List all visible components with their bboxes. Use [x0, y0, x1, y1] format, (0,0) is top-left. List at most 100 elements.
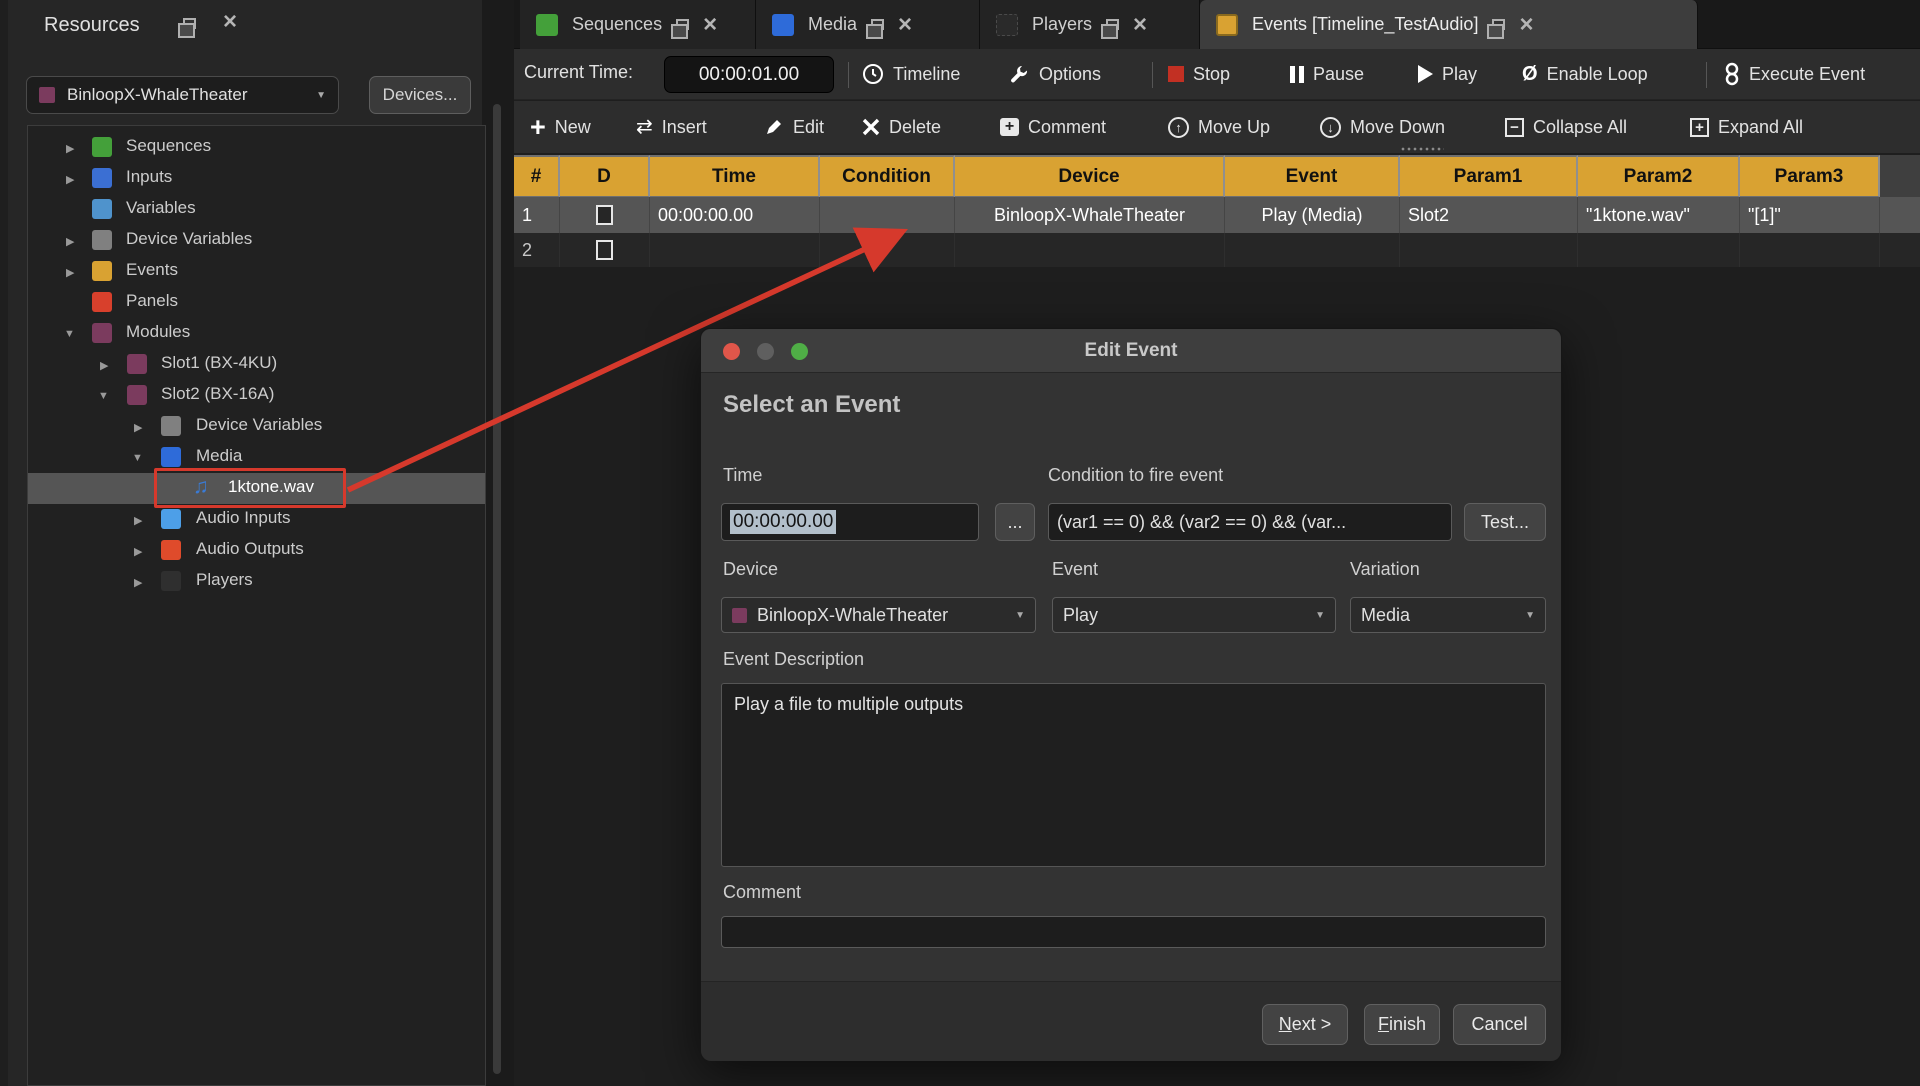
tree-item-modules[interactable]: ▼ Modules — [28, 318, 485, 349]
chevron-right-icon[interactable]: ▶ — [134, 576, 142, 589]
tree-item-audio-outputs[interactable]: ▶ Audio Outputs — [28, 535, 485, 566]
chevron-right-icon[interactable]: ▶ — [100, 359, 108, 372]
column-header[interactable]: Param1 — [1400, 155, 1578, 197]
condition-input[interactable]: (var1 == 0) && (var2 == 0) && (var... — [1048, 503, 1452, 541]
collapse-all-button[interactable]: − Collapse All — [1505, 109, 1627, 145]
enable-loop-button[interactable]: Ø Enable Loop — [1522, 56, 1648, 92]
close-panel-icon[interactable]: × — [223, 14, 237, 30]
column-header[interactable]: Param3 — [1740, 155, 1880, 197]
device-selector-dropdown[interactable]: BinloopX-WhaleTheater ▼ — [26, 76, 339, 114]
row-number-cell[interactable]: 1 — [514, 197, 560, 233]
close-tab-icon[interactable]: × — [703, 17, 717, 33]
float-tab-icon[interactable] — [676, 19, 689, 30]
float-panel-icon[interactable] — [183, 18, 196, 29]
time-cell[interactable] — [650, 233, 820, 267]
disable-checkbox[interactable] — [596, 205, 613, 225]
close-tab-icon[interactable]: × — [1519, 17, 1533, 33]
device-cell[interactable]: BinloopX-WhaleTheater — [955, 197, 1225, 233]
tree-scrollbar[interactable] — [493, 104, 501, 1074]
time-input[interactable]: 00:00:00.00 — [721, 503, 979, 541]
event-description-textarea[interactable]: Play a file to multiple outputs — [721, 683, 1546, 867]
new-button[interactable]: + New — [530, 109, 591, 145]
move-down-button[interactable]: ↓ Move Down — [1320, 109, 1445, 145]
delete-button[interactable]: Delete — [862, 109, 941, 145]
tree-item-inputs[interactable]: ▶ Inputs — [28, 163, 485, 194]
close-tab-icon[interactable]: × — [1133, 17, 1147, 33]
chevron-right-icon[interactable]: ▶ — [66, 142, 74, 155]
comment-input[interactable] — [721, 916, 1546, 948]
timeline-button[interactable]: Timeline — [862, 56, 960, 92]
tree-item-players[interactable]: ▶ Players — [28, 566, 485, 597]
disable-cell[interactable] — [560, 233, 650, 267]
column-header[interactable]: Param2 — [1578, 155, 1740, 197]
stop-button[interactable]: Stop — [1168, 56, 1230, 92]
float-tab-icon[interactable] — [871, 19, 884, 30]
tab-sequences[interactable]: Sequences × — [520, 0, 756, 49]
cancel-button[interactable]: Cancel — [1453, 1004, 1546, 1045]
event-cell[interactable]: Play (Media) — [1225, 197, 1400, 233]
float-tab-icon[interactable] — [1106, 19, 1119, 30]
comment-button[interactable]: + Comment — [1000, 109, 1106, 145]
test-button[interactable]: Test... — [1464, 503, 1546, 541]
chevron-right-icon[interactable]: ▶ — [66, 266, 74, 279]
finish-button[interactable]: Finish — [1364, 1004, 1440, 1045]
next-button[interactable]: Next > — [1262, 1004, 1348, 1045]
chevron-right-icon[interactable]: ▶ — [66, 173, 74, 186]
chevron-right-icon[interactable]: ▶ — [134, 421, 142, 434]
param2-cell[interactable] — [1578, 233, 1740, 267]
param2-cell[interactable]: "1ktone.wav" — [1578, 197, 1740, 233]
tree-item-slot2[interactable]: ▼ Slot2 (BX-16A) — [28, 380, 485, 411]
devices-button[interactable]: Devices... — [369, 76, 471, 114]
chevron-down-icon[interactable]: ▼ — [64, 328, 75, 340]
insert-button[interactable]: ⇄ Insert — [636, 109, 707, 145]
variation-dropdown[interactable]: Media ▼ — [1350, 597, 1546, 633]
tree-item-device-variables[interactable]: ▶ Device Variables — [28, 225, 485, 256]
pause-button[interactable]: Pause — [1290, 56, 1364, 92]
column-header[interactable]: Time — [650, 155, 820, 197]
device-cell[interactable] — [955, 233, 1225, 267]
tree-item-audio-inputs[interactable]: ▶ Audio Inputs — [28, 504, 485, 535]
column-header[interactable]: Event — [1225, 155, 1400, 197]
column-header[interactable]: Condition — [820, 155, 955, 197]
param1-cell[interactable]: Slot2 — [1400, 197, 1578, 233]
float-tab-icon[interactable] — [1492, 19, 1505, 30]
column-header[interactable]: Device — [955, 155, 1225, 197]
move-up-button[interactable]: ↑ Move Up — [1168, 109, 1270, 145]
chevron-down-icon[interactable]: ▼ — [132, 452, 143, 464]
tab-players[interactable]: Players × — [980, 0, 1200, 49]
options-button[interactable]: Options — [1008, 56, 1101, 92]
chevron-down-icon[interactable]: ▼ — [98, 390, 109, 402]
tree-item-slot1[interactable]: ▶ Slot1 (BX-4KU) — [28, 349, 485, 380]
tree-item-slot2-device-variables[interactable]: ▶ Device Variables — [28, 411, 485, 442]
tree-item-events[interactable]: ▶ Events — [28, 256, 485, 287]
disable-checkbox[interactable] — [596, 240, 613, 260]
param3-cell[interactable]: "[1]" — [1740, 197, 1880, 233]
tree-item-panels[interactable]: Panels — [28, 287, 485, 318]
time-cell[interactable]: 00:00:00.00 — [650, 197, 820, 233]
condition-cell[interactable] — [820, 233, 955, 267]
condition-cell[interactable] — [820, 197, 955, 233]
play-button[interactable]: Play — [1418, 56, 1477, 92]
event-cell[interactable] — [1225, 233, 1400, 267]
param1-cell[interactable] — [1400, 233, 1578, 267]
row-number-cell[interactable]: 2 — [514, 233, 560, 267]
close-tab-icon[interactable]: × — [898, 17, 912, 33]
dialog-titlebar[interactable]: Edit Event — [701, 329, 1561, 373]
chevron-right-icon[interactable]: ▶ — [66, 235, 74, 248]
column-header[interactable]: # — [514, 155, 560, 197]
tree-item-variables[interactable]: Variables — [28, 194, 485, 225]
tree-item-sequences[interactable]: ▶ Sequences — [28, 132, 485, 163]
expand-all-button[interactable]: + Expand All — [1690, 109, 1803, 145]
disable-cell[interactable] — [560, 197, 650, 233]
param3-cell[interactable] — [1740, 233, 1880, 267]
browse-button[interactable]: ... — [995, 503, 1035, 541]
table-row-1-selected[interactable]: 1 00:00:00.00 BinloopX-WhaleTheater Play… — [514, 197, 1920, 233]
table-row-2[interactable]: 2 — [514, 233, 1920, 267]
chevron-right-icon[interactable]: ▶ — [134, 514, 142, 527]
execute-event-button[interactable]: Execute Event — [1724, 56, 1865, 92]
tab-media[interactable]: Media × — [756, 0, 980, 49]
event-dropdown[interactable]: Play ▼ — [1052, 597, 1336, 633]
column-header[interactable]: D — [560, 155, 650, 197]
device-dropdown[interactable]: BinloopX-WhaleTheater ▼ — [721, 597, 1036, 633]
chevron-right-icon[interactable]: ▶ — [134, 545, 142, 558]
